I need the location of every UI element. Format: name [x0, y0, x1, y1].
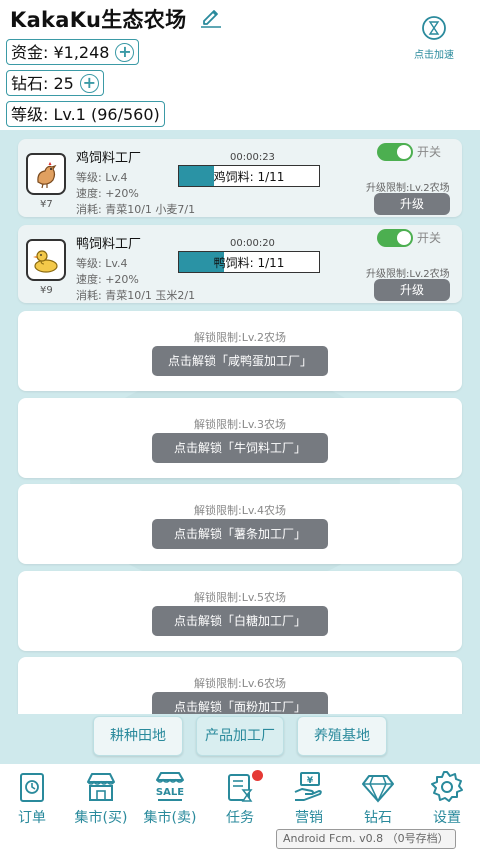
unlock-limit: 解锁限制:Lv.3农场	[194, 418, 286, 431]
factory-consume: 消耗: 青菜10/1 玉米2/1	[76, 289, 196, 302]
nav-settings[interactable]: 设置	[417, 770, 477, 827]
nav-diamonds[interactable]: 钻石	[348, 770, 408, 827]
unlock-limit: 解锁限制:Lv.2农场	[194, 331, 286, 344]
level-value: 等级: Lv.1 (96/560)	[11, 104, 160, 124]
production-timer: 00:00:20	[230, 238, 275, 249]
hourglass-clock-icon	[422, 16, 446, 40]
nav-label: 订单	[18, 810, 46, 826]
add-diamonds-button[interactable]: +	[79, 73, 99, 93]
speed-up-button[interactable]: 点击加速	[410, 14, 458, 61]
upgrade-button[interactable]: 升级	[374, 193, 450, 215]
factory-level: 等级: Lv.4	[76, 171, 128, 184]
market-buy-icon	[87, 773, 115, 801]
nav-label: 设置	[433, 810, 461, 826]
locked-factory-slot: 解锁限制:Lv.5农场 点击解锁「白糖加工厂」	[18, 571, 462, 651]
tab-processing-factory[interactable]: 产品加工厂	[196, 716, 284, 756]
locked-factory-slot: 解锁限制:Lv.2农场 点击解锁「咸鸭蛋加工厂」	[18, 311, 462, 391]
factory-speed: 速度: +20%	[76, 273, 139, 286]
nav-label: 集市(买)	[74, 810, 128, 826]
factory-consume: 消耗: 青菜10/1 小麦7/1	[76, 203, 196, 216]
market-sell-icon: SALE	[156, 772, 184, 801]
locked-factory-slot: 解锁限制:Lv.3农场 点击解锁「牛饲料工厂」	[18, 398, 462, 478]
progress-label: 鸭饲料: 1/11	[213, 256, 285, 270]
settings-icon	[431, 771, 463, 802]
production-progress-bar: 鸭饲料: 1/11	[178, 251, 320, 273]
nav-tasks[interactable]: 任务	[210, 770, 270, 827]
unlock-button[interactable]: 点击解锁「咸鸭蛋加工厂」	[152, 346, 328, 376]
version-label: Android Fcm. v0.8 （0号存档）	[276, 829, 456, 849]
duck-feed-icon	[26, 239, 66, 281]
upgrade-limit: 升级限制:Lv.2农场	[366, 183, 450, 194]
funds-stat: 资金: ¥1,248 +	[6, 39, 140, 65]
factory-name: 鸡饲料工厂	[76, 151, 142, 166]
sale-text: SALE	[156, 787, 184, 798]
upgrade-limit: 升级限制:Lv.2农场	[366, 269, 450, 280]
nav-market-buy[interactable]: 集市(买)	[71, 770, 131, 827]
nav-marketing[interactable]: ¥ 营销	[279, 770, 339, 827]
nav-orders[interactable]: 订单	[2, 770, 62, 827]
production-progress-bar: 鸡饲料: 1/11	[178, 165, 320, 187]
tab-farmland[interactable]: 耕种田地	[93, 716, 183, 756]
upgrade-button[interactable]: 升级	[374, 279, 450, 301]
production-timer: 00:00:23	[230, 152, 275, 163]
notification-badge	[252, 770, 263, 781]
header: KakaKu生态农场 点击加速 资金: ¥1,248 + 钻石: 25 + 等级…	[0, 0, 480, 130]
level-stat: 等级: Lv.1 (96/560)	[6, 101, 165, 127]
nav-label: 营销	[295, 810, 323, 826]
toggle-label: 开关	[417, 145, 442, 159]
factory-speed: 速度: +20%	[76, 187, 139, 200]
unlock-button[interactable]: 点击解锁「牛饲料工厂」	[152, 433, 328, 463]
diamonds-value: 钻石: 25	[11, 73, 74, 93]
factory-name: 鸭饲料工厂	[76, 237, 142, 252]
locked-factory-slot: 解锁限制:Lv.4农场 点击解锁「薯条加工厂」	[18, 484, 462, 564]
factory-toggle-switch[interactable]	[377, 143, 413, 161]
unlock-limit: 解锁限制:Lv.4农场	[194, 504, 286, 517]
toggle-label: 开关	[417, 231, 442, 245]
factory-card-duck-feed: ¥9 鸭饲料工厂 等级: Lv.4 速度: +20% 消耗: 青菜10/1 玉米…	[18, 225, 462, 303]
nav-label: 任务	[226, 810, 254, 826]
unlock-limit: 解锁限制:Lv.5农场	[194, 591, 286, 604]
factory-price: ¥7	[40, 199, 53, 210]
unlock-button[interactable]: 点击解锁「薯条加工厂」	[152, 519, 328, 549]
order-icon	[20, 773, 44, 802]
add-funds-button[interactable]: +	[115, 42, 135, 62]
tab-breeding-base[interactable]: 养殖基地	[297, 716, 387, 756]
edit-icon[interactable]	[199, 4, 223, 28]
factory-level: 等级: Lv.4	[76, 257, 128, 270]
chicken-feed-icon	[26, 153, 66, 195]
funds-value: 资金: ¥1,248	[11, 42, 110, 62]
factory-card-chicken-feed: ¥7 鸡饲料工厂 等级: Lv.4 速度: +20% 消耗: 青菜10/1 小麦…	[18, 139, 462, 217]
speed-up-label: 点击加速	[414, 50, 454, 61]
diamonds-stat: 钻石: 25 +	[6, 70, 104, 96]
unlock-button[interactable]: 点击解锁「白糖加工厂」	[152, 606, 328, 636]
nav-label: 钻石	[364, 810, 392, 826]
nav-market-sell[interactable]: SALE 集市(卖)	[140, 770, 200, 827]
farm-name: KakaKu生态农场	[10, 8, 187, 32]
diamond-icon	[362, 775, 394, 803]
progress-label: 鸡饲料: 1/11	[213, 170, 285, 184]
marketing-icon: ¥	[294, 772, 322, 801]
yen-text: ¥	[307, 776, 314, 786]
factory-toggle-switch[interactable]	[377, 229, 413, 247]
nav-label: 集市(卖)	[143, 810, 197, 826]
factory-price: ¥9	[40, 285, 53, 296]
unlock-limit: 解锁限制:Lv.6农场	[194, 677, 286, 690]
